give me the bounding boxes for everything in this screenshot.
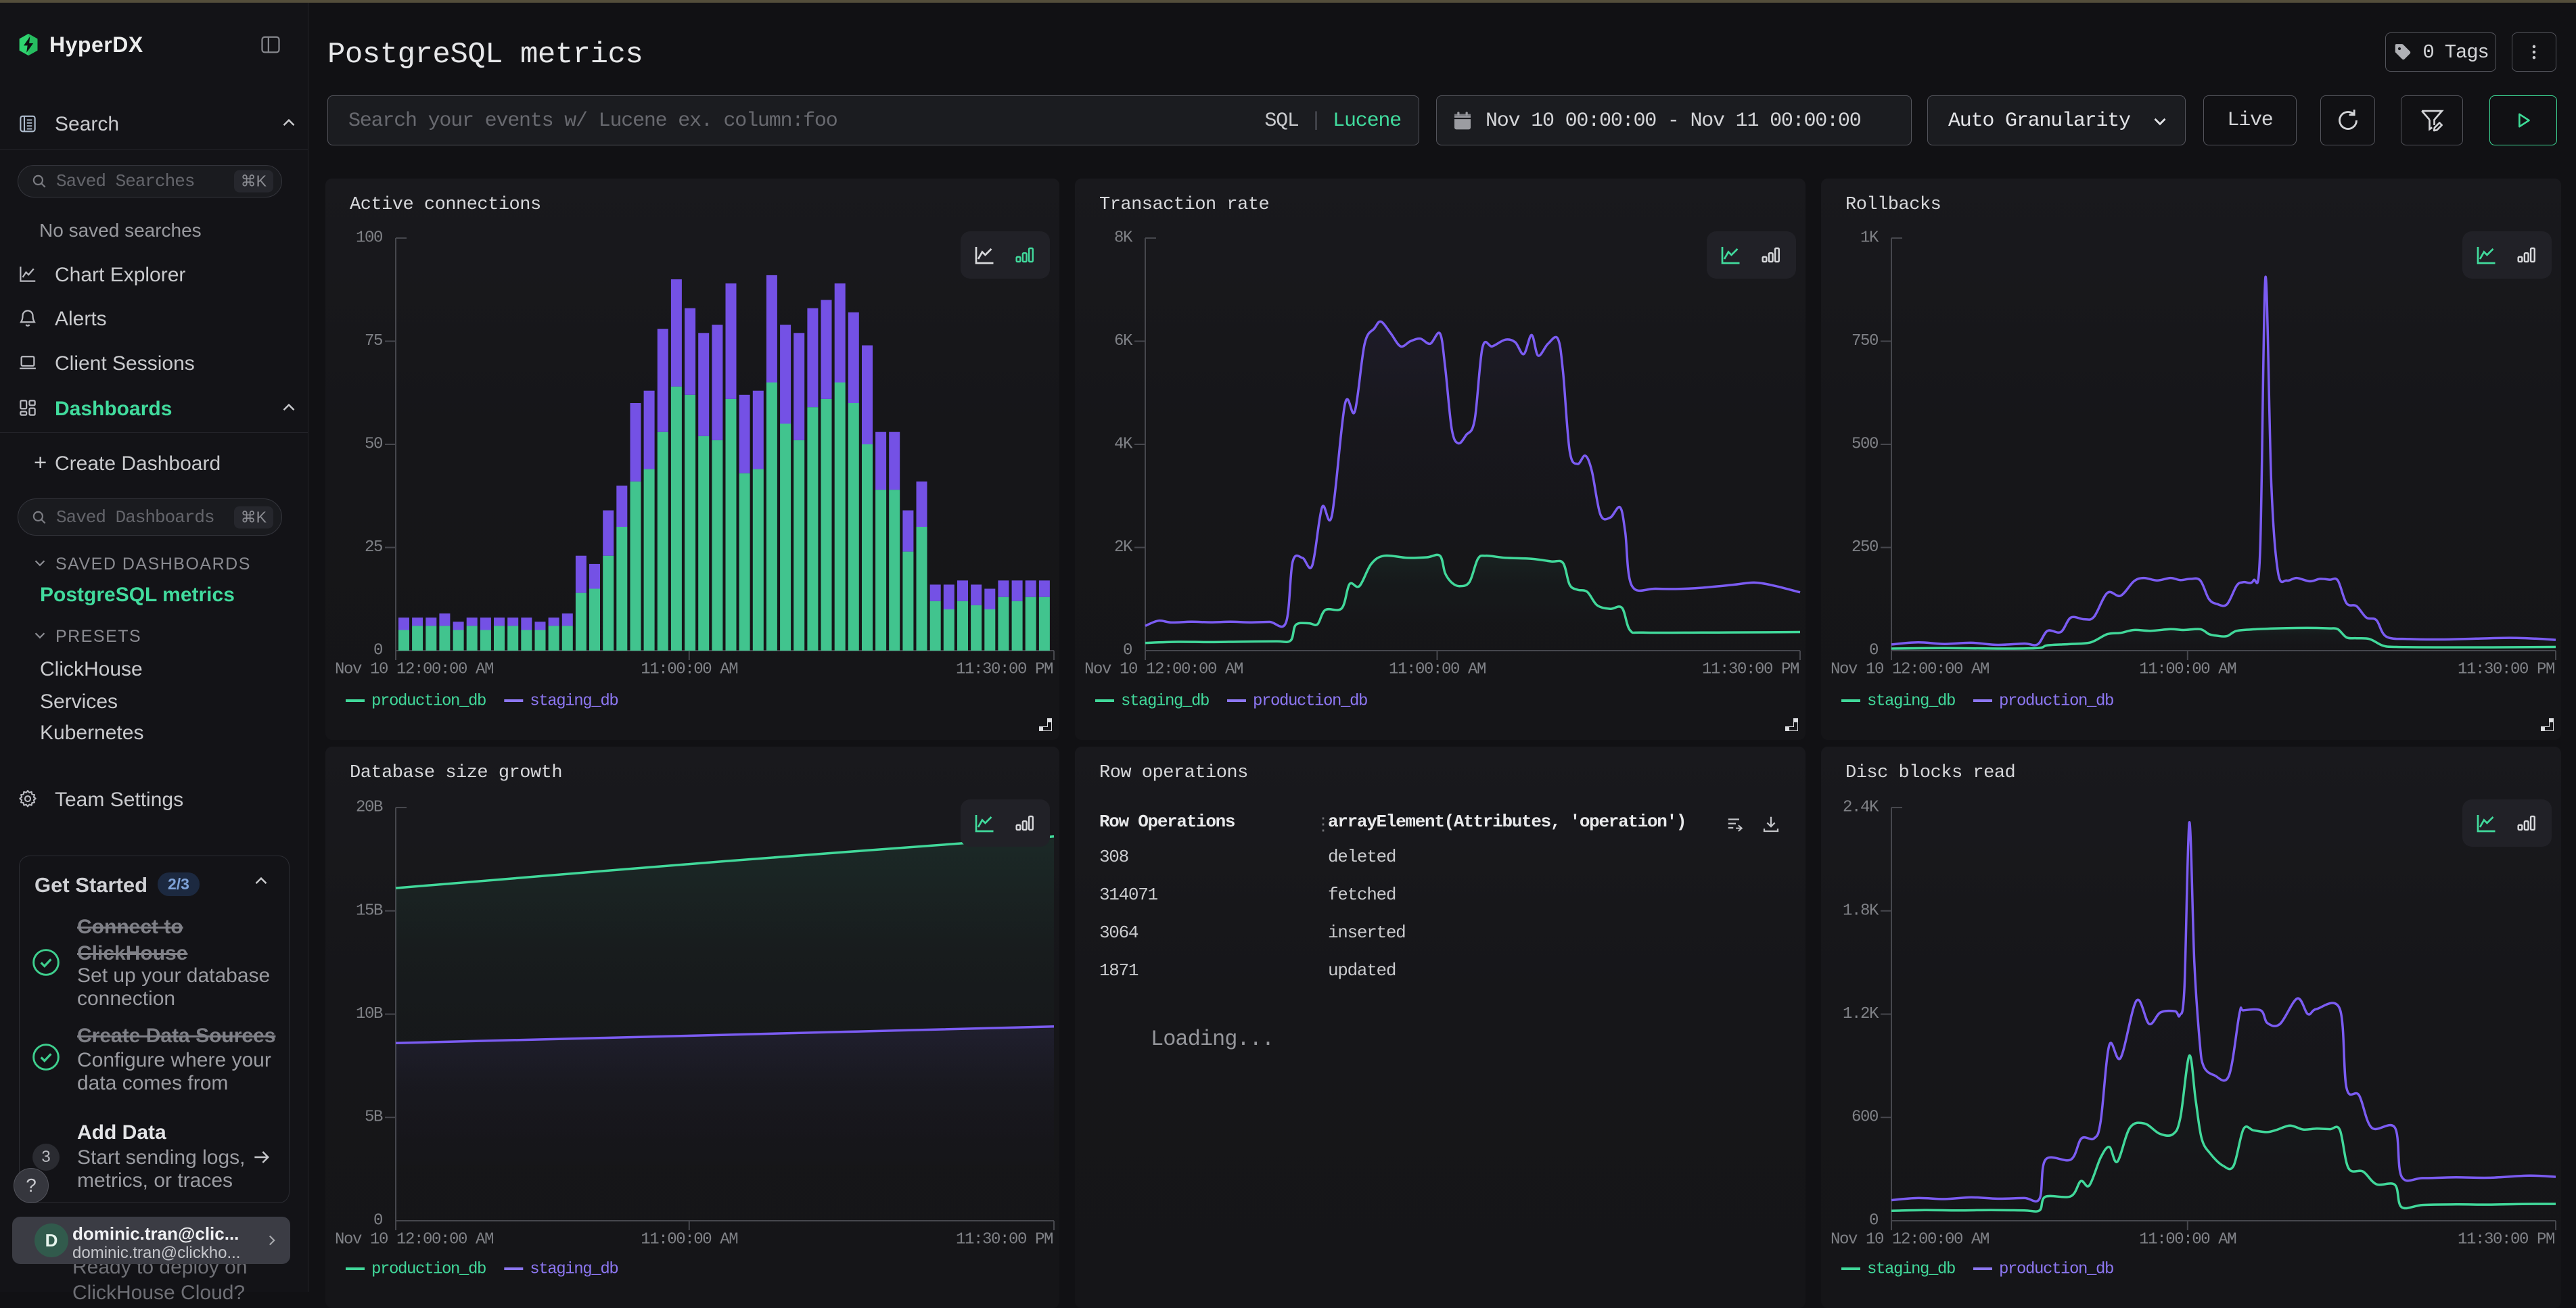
svg-text:20B: 20B	[356, 799, 383, 817]
svg-text:Nov 10 12:00:00 AM: Nov 10 12:00:00 AM	[1831, 661, 1989, 679]
svg-text:staging_db: staging_db	[1867, 1261, 1955, 1279]
svg-text:250: 250	[1852, 538, 1878, 557]
svg-text:2.4K: 2.4K	[1843, 799, 1879, 817]
svg-text:11:00:00 AM: 11:00:00 AM	[1389, 661, 1486, 679]
svg-text:staging_db: staging_db	[1867, 693, 1955, 711]
svg-text:staging_db: staging_db	[1121, 693, 1209, 711]
svg-text:11:30:00 PM: 11:30:00 PM	[2458, 661, 2554, 679]
svg-text:Nov 10 12:00:00 AM: Nov 10 12:00:00 AM	[335, 661, 493, 679]
svg-text:11:00:00 AM: 11:00:00 AM	[641, 661, 737, 679]
svg-text:10B: 10B	[356, 1005, 383, 1023]
svg-text:1.8K: 1.8K	[1843, 902, 1879, 920]
svg-text:Nov 10 12:00:00 AM: Nov 10 12:00:00 AM	[335, 1231, 493, 1249]
svg-text:staging_db: staging_db	[530, 1261, 618, 1279]
svg-text:6K: 6K	[1114, 332, 1133, 350]
svg-text:25: 25	[365, 538, 382, 557]
svg-text:production_db: production_db	[371, 693, 486, 711]
svg-text:4K: 4K	[1114, 436, 1133, 454]
svg-text:100: 100	[356, 229, 382, 248]
svg-text:75: 75	[365, 332, 382, 350]
svg-text:production_db: production_db	[1999, 1261, 2113, 1279]
svg-text:600: 600	[1852, 1108, 1878, 1127]
svg-text:production_db: production_db	[371, 1261, 486, 1279]
svg-text:11:30:00 PM: 11:30:00 PM	[2458, 1231, 2554, 1249]
svg-text:Nov 10 12:00:00 AM: Nov 10 12:00:00 AM	[1831, 1231, 1989, 1249]
svg-text:11:30:00 PM: 11:30:00 PM	[956, 1231, 1053, 1249]
svg-text:0: 0	[1869, 1212, 1878, 1230]
svg-text:5B: 5B	[365, 1108, 383, 1127]
svg-text:0: 0	[1869, 642, 1878, 660]
svg-text:Nov 10 12:00:00 AM: Nov 10 12:00:00 AM	[1084, 661, 1243, 679]
svg-text:1K: 1K	[1860, 229, 1879, 248]
svg-text:8K: 8K	[1114, 229, 1133, 248]
svg-text:0: 0	[1123, 642, 1132, 660]
svg-text:production_db: production_db	[1253, 693, 1367, 711]
svg-text:1.2K: 1.2K	[1843, 1005, 1879, 1023]
svg-text:750: 750	[1852, 332, 1878, 350]
svg-text:11:00:00 AM: 11:00:00 AM	[2139, 661, 2236, 679]
svg-text:0: 0	[373, 642, 382, 660]
svg-text:11:00:00 AM: 11:00:00 AM	[641, 1231, 737, 1249]
svg-text:2K: 2K	[1114, 538, 1133, 557]
svg-text:11:30:00 PM: 11:30:00 PM	[956, 661, 1053, 679]
svg-text:11:00:00 AM: 11:00:00 AM	[2139, 1231, 2236, 1249]
svg-text:production_db: production_db	[1999, 693, 2113, 711]
svg-text:15B: 15B	[356, 902, 383, 920]
svg-text:staging_db: staging_db	[530, 693, 618, 711]
svg-text:500: 500	[1852, 436, 1878, 454]
svg-text:0: 0	[373, 1212, 382, 1230]
svg-text:11:30:00 PM: 11:30:00 PM	[1702, 661, 1799, 679]
svg-text:50: 50	[365, 436, 382, 454]
